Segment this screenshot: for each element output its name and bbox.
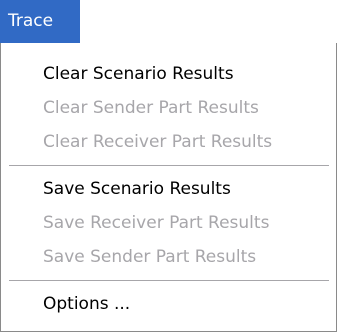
menu-item-clear-receiver-part-results: Clear Receiver Part Results [43, 132, 273, 152]
menu-separator [9, 280, 329, 281]
menu-item-clear-scenario-results[interactable]: Clear Scenario Results [43, 57, 234, 91]
menu-item-save-receiver-part-results: Save Receiver Part Results [43, 213, 270, 233]
menu-item-save-sender-part-results: Save Sender Part Results [43, 247, 257, 267]
menu-title-trace[interactable]: Trace [0, 0, 80, 43]
menu-separator [9, 165, 329, 166]
menu-item-clear-sender-part-results: Clear Sender Part Results [43, 98, 259, 118]
menu-item-options[interactable]: Options ... [43, 287, 130, 321]
menu-screen: Trace Clear Scenario Results Clear Sende… [0, 0, 349, 332]
trace-dropdown-menu: Clear Scenario Results Clear Sender Part… [0, 43, 337, 332]
menu-item-save-scenario-results[interactable]: Save Scenario Results [43, 172, 231, 206]
